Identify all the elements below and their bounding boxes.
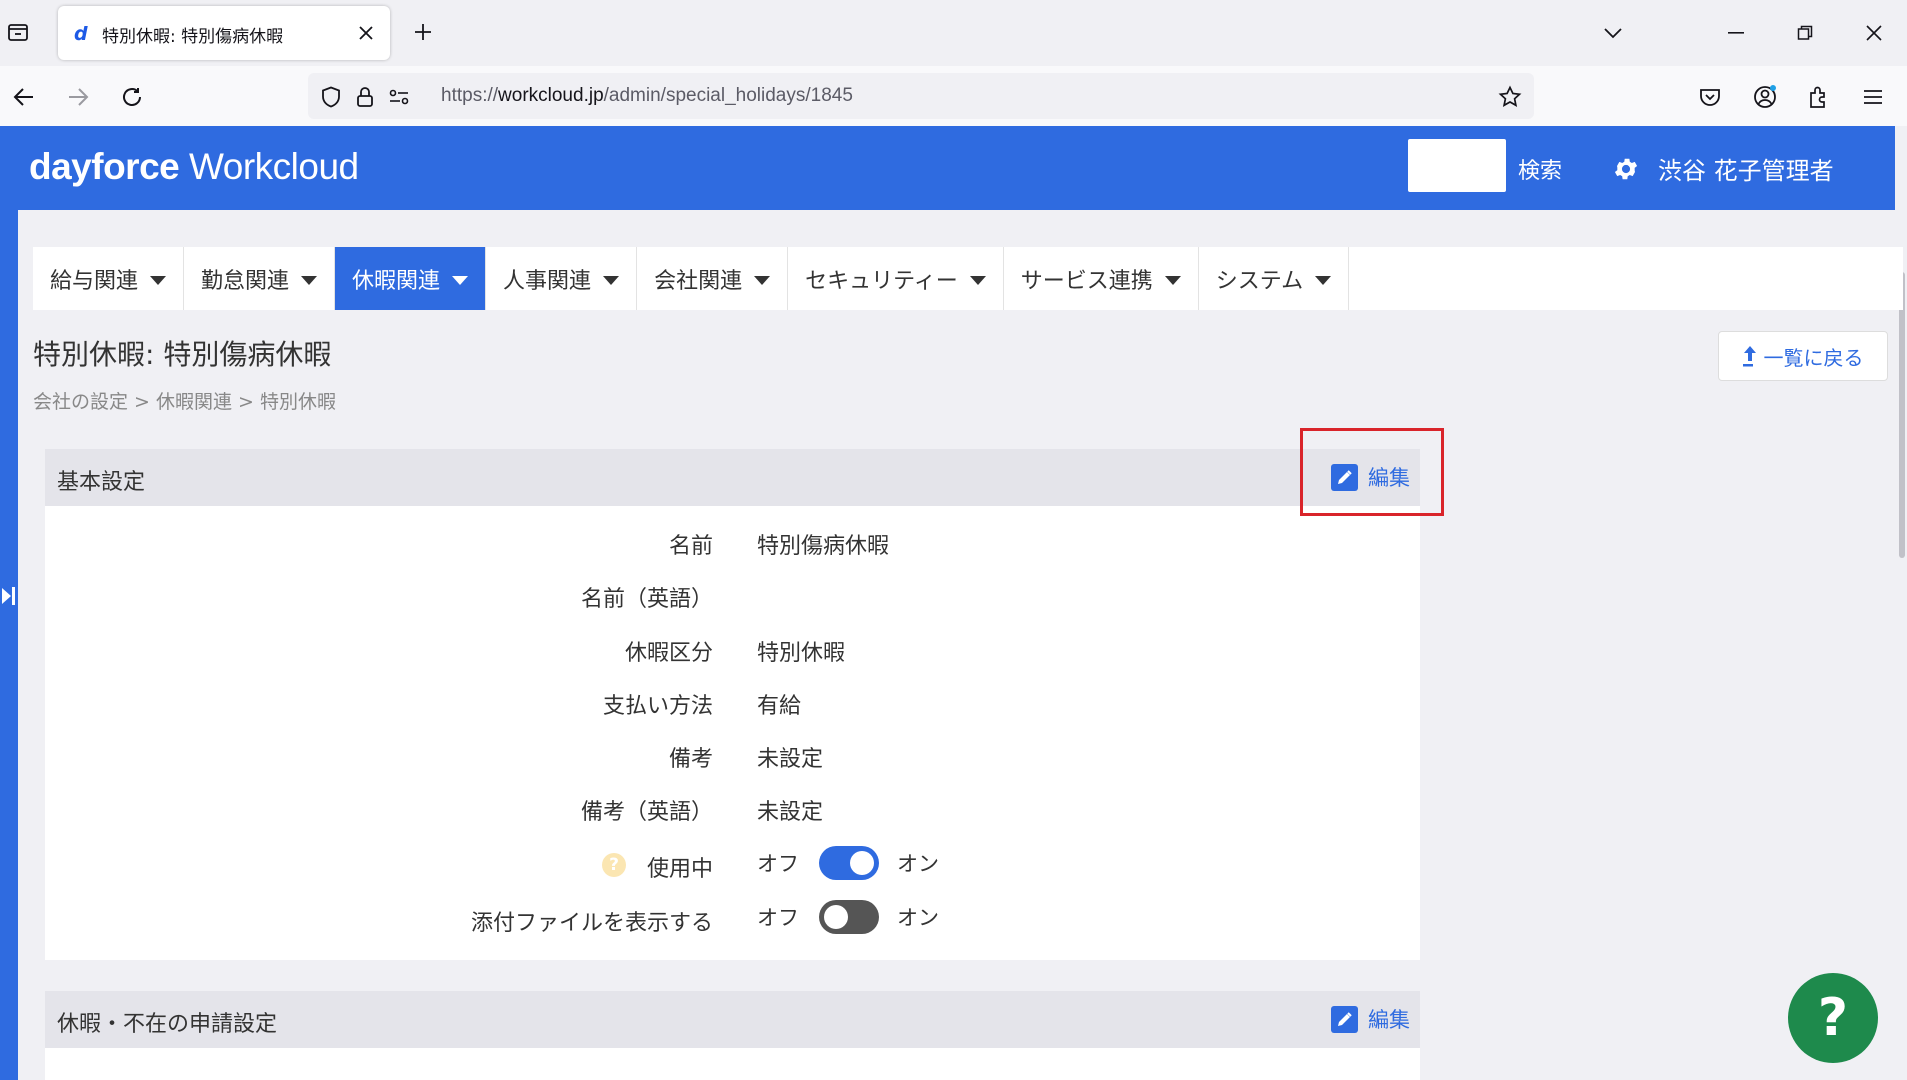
caret-down-icon bbox=[1315, 276, 1332, 285]
gear-icon[interactable] bbox=[1612, 155, 1640, 183]
menu-holidays[interactable]: 休暇関連 bbox=[335, 247, 487, 310]
browser-tab-bar: d 特別休暇: 特別傷病休暇 bbox=[0, 0, 1907, 66]
main-menu-bar: 給与関連 勤怠関連 休暇関連 人事関連 会社関連 セキュリティー サービス連携 … bbox=[33, 247, 1903, 310]
caret-down-icon bbox=[603, 276, 620, 285]
in-use-toggle[interactable] bbox=[819, 846, 879, 880]
browser-nav-bar: https://workcloud.jp/admin/special_holid… bbox=[0, 66, 1907, 126]
pocket-icon[interactable] bbox=[1692, 79, 1728, 115]
field-value-payment-method: 有給 bbox=[757, 694, 802, 719]
menu-system[interactable]: システム bbox=[1199, 247, 1350, 310]
lock-icon[interactable] bbox=[352, 84, 378, 110]
field-label-notes-en: 備考（英語） bbox=[580, 800, 713, 825]
left-sidebar-strip bbox=[0, 210, 18, 1080]
field-label-notes: 備考 bbox=[668, 747, 713, 772]
field-label-name-en: 名前（英語） bbox=[580, 587, 713, 612]
request-settings-body bbox=[45, 1048, 1420, 1080]
field-label-in-use: 使用中 bbox=[646, 857, 713, 882]
caret-down-icon bbox=[754, 276, 771, 285]
field-value-notes-en: 未設定 bbox=[757, 800, 824, 825]
bookmark-star-icon[interactable] bbox=[1497, 84, 1523, 110]
tab-title: 特別休暇: 特別傷病休暇 bbox=[102, 27, 284, 47]
minimize-icon[interactable] bbox=[1718, 16, 1754, 50]
url-bar[interactable]: https://workcloud.jp/admin/special_holid… bbox=[308, 73, 1534, 119]
back-to-list-button[interactable]: 一覧に戻る bbox=[1718, 331, 1888, 381]
caret-down-icon bbox=[969, 276, 986, 285]
show-attachments-toggle-row: オフ オン bbox=[757, 900, 939, 934]
caret-down-icon bbox=[452, 276, 469, 285]
user-menu[interactable]: 渋谷 花子管理者 bbox=[1658, 151, 1834, 186]
field-label-show-attachments: 添付ファイルを表示する bbox=[470, 911, 713, 936]
in-use-toggle-row: オフ オン bbox=[757, 846, 939, 880]
back-arrow-icon[interactable] bbox=[6, 79, 42, 115]
shield-icon[interactable] bbox=[318, 84, 344, 110]
search-button[interactable]: 検索 bbox=[1518, 153, 1562, 185]
menu-service-integration[interactable]: サービス連携 bbox=[1004, 247, 1199, 310]
panel-title: 休暇・不在の申請設定 bbox=[57, 1012, 278, 1037]
sidebar-expand-icon[interactable] bbox=[0, 578, 18, 614]
url-text[interactable]: https://workcloud.jp/admin/special_holid… bbox=[441, 85, 853, 107]
app-header: dayforce Workcloud 検索 渋谷 花子管理者 bbox=[0, 126, 1907, 210]
browser-tab-active[interactable]: d 特別休暇: 特別傷病休暇 bbox=[58, 6, 390, 60]
menu-hr[interactable]: 人事関連 bbox=[486, 247, 638, 310]
restore-icon[interactable] bbox=[1787, 16, 1823, 50]
show-attachments-toggle[interactable] bbox=[819, 900, 879, 934]
dayforce-workcloud-logo[interactable]: dayforce Workcloud bbox=[29, 146, 359, 188]
basic-settings-body: 名前 特別傷病休暇 名前（英語） 休暇区分 特別休暇 支払い方法 有給 備考 未… bbox=[45, 506, 1420, 960]
caret-down-icon bbox=[150, 276, 167, 285]
question-help-icon[interactable]: ? bbox=[602, 853, 626, 877]
panel-title: 基本設定 bbox=[57, 470, 146, 495]
tab-overflow-chevron-icon[interactable] bbox=[1595, 16, 1631, 50]
menu-hamburger-icon[interactable] bbox=[1855, 79, 1891, 115]
site-permissions-icon[interactable] bbox=[386, 84, 412, 110]
reload-icon[interactable] bbox=[114, 79, 150, 115]
arrow-up-icon bbox=[1742, 346, 1756, 367]
request-settings-edit-button[interactable]: 編集 bbox=[1331, 1004, 1410, 1034]
menu-security[interactable]: セキュリティー bbox=[788, 247, 1004, 310]
tab-list-icon[interactable] bbox=[2, 16, 34, 48]
field-label-name: 名前 bbox=[668, 534, 713, 559]
field-value-name: 特別傷病休暇 bbox=[757, 534, 890, 559]
dayforce-favicon-icon: d bbox=[74, 23, 88, 45]
close-window-icon[interactable] bbox=[1856, 16, 1892, 50]
caret-down-icon bbox=[1164, 276, 1181, 285]
pencil-icon bbox=[1331, 1005, 1358, 1033]
basic-settings-header: 基本設定 編集 bbox=[45, 449, 1420, 506]
request-settings-header: 休暇・不在の申請設定 編集 bbox=[45, 991, 1420, 1048]
new-tab-icon[interactable] bbox=[408, 17, 438, 47]
menu-company[interactable]: 会社関連 bbox=[637, 247, 789, 310]
scrollbar-thumb[interactable] bbox=[1899, 272, 1905, 558]
page-title: 特別休暇: 特別傷病休暇 bbox=[33, 338, 332, 371]
field-value-notes: 未設定 bbox=[757, 747, 824, 772]
extensions-icon[interactable] bbox=[1801, 79, 1837, 115]
forward-arrow-icon[interactable] bbox=[60, 79, 96, 115]
header-search-input[interactable] bbox=[1408, 139, 1506, 192]
edit-highlight-annotation bbox=[1300, 428, 1444, 516]
menu-payroll[interactable]: 給与関連 bbox=[33, 247, 185, 310]
tab-close-icon[interactable] bbox=[354, 21, 378, 45]
field-value-holiday-category: 特別休暇 bbox=[757, 641, 846, 666]
caret-down-icon bbox=[301, 276, 318, 285]
field-label-payment-method: 支払い方法 bbox=[602, 694, 713, 719]
account-icon[interactable] bbox=[1747, 79, 1783, 115]
field-label-holiday-category: 休暇区分 bbox=[624, 641, 713, 666]
help-fab-button[interactable]: ? bbox=[1788, 973, 1878, 1063]
menu-attendance[interactable]: 勤怠関連 bbox=[184, 247, 336, 310]
breadcrumb[interactable]: 会社の設定 > 休暇関連 > 特別休暇 bbox=[33, 387, 336, 414]
